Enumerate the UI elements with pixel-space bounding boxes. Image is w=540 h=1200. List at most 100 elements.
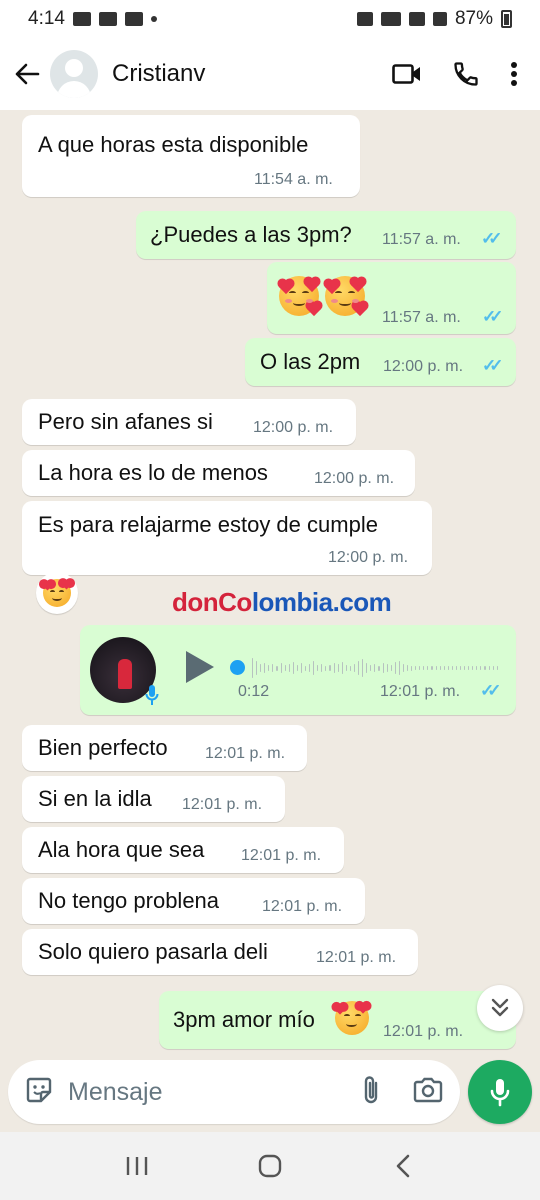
read-ticks-icon: ✓✓ <box>480 681 501 700</box>
message-time: 12:01 p. m. <box>316 949 397 966</box>
attach-icon[interactable] <box>360 1074 382 1111</box>
message-bubble-outgoing[interactable]: 11:57 a. m. ✓✓ <box>267 262 516 334</box>
playback-position-handle[interactable] <box>230 660 245 675</box>
waveform-bar <box>439 666 441 670</box>
waveform-bar <box>472 666 474 670</box>
waveform-bar <box>411 665 413 671</box>
mute-icon <box>356 12 373 26</box>
message-time: 12:00 p. m. <box>314 470 395 487</box>
waveform-bar <box>419 666 421 670</box>
message-bubble-outgoing[interactable]: 3pm amor mío 12:01 p. m. <box>159 991 516 1049</box>
chat-area[interactable]: A que horas esta disponible 11:54 a. m. … <box>0 110 540 1060</box>
message-time: 12:01 p. m. <box>241 847 322 864</box>
message-time: 12:01 p. m. <box>383 1023 464 1040</box>
waveform-bar <box>333 663 335 673</box>
waveform-bar <box>398 661 400 675</box>
waveform-bar <box>394 662 396 674</box>
smiling-face-with-hearts-icon <box>334 1001 369 1035</box>
message-text: A que horas esta disponible <box>38 132 309 157</box>
voice-waveform[interactable] <box>252 655 498 681</box>
message-text: Pero sin afanes si <box>38 409 213 434</box>
message-composer <box>8 1060 460 1124</box>
message-bubble-incoming[interactable]: Solo quiero pasarla deli 12:01 p. m. <box>22 929 418 975</box>
message-text: O las 2pm <box>260 349 361 374</box>
microphone-icon <box>144 683 160 707</box>
home-icon[interactable] <box>250 1146 290 1186</box>
message-bubble-outgoing[interactable]: O las 2pm 12:00 p. m. ✓✓ <box>245 338 516 386</box>
waveform-bar <box>309 664 311 672</box>
play-icon[interactable] <box>186 651 214 683</box>
waveform-bar <box>300 663 303 673</box>
message-reaction[interactable] <box>36 572 78 614</box>
message-bubble-outgoing[interactable]: ¿Puedes a las 3pm? 11:57 a. m. ✓✓ <box>136 211 516 259</box>
message-input[interactable] <box>68 1077 328 1107</box>
sticker-icon[interactable] <box>24 1075 54 1110</box>
youtube-notification-icon <box>98 12 117 26</box>
waveform-bar <box>455 666 457 670</box>
message-bubble-incoming[interactable]: Ala hora que sea 12:01 p. m. <box>22 827 344 873</box>
waveform-bar <box>476 666 478 670</box>
message-text: La hora es lo de menos <box>38 460 268 485</box>
read-ticks-icon: ✓✓ <box>481 229 502 248</box>
message-bubble-incoming[interactable]: A que horas esta disponible 11:54 a. m. <box>22 115 360 197</box>
voice-message-bubble[interactable]: 0:12 12:01 p. m. ✓✓ <box>80 625 516 715</box>
message-bubble-incoming[interactable]: Bien perfecto 12:01 p. m. <box>22 725 307 771</box>
waveform-bar <box>264 663 266 673</box>
message-text: Bien perfecto <box>38 735 168 760</box>
message-bubble-incoming[interactable]: Es para relajarme estoy de cumple 12:00 … <box>22 501 432 575</box>
message-bubble-incoming[interactable]: No tengo problena 12:01 p. m. <box>22 878 365 924</box>
more-vert-icon[interactable] <box>510 61 518 87</box>
waveform-bar <box>431 666 433 670</box>
waveform-bar <box>317 665 319 671</box>
waveform-bar <box>402 664 404 672</box>
waveform-bar <box>386 664 388 672</box>
scroll-to-bottom-button[interactable] <box>477 985 523 1031</box>
message-bubble-incoming[interactable]: Si en la idla 12:01 p. m. <box>22 776 285 822</box>
volte-icon <box>408 12 425 26</box>
waveform-bar <box>353 664 356 672</box>
waveform-bar <box>325 665 327 671</box>
video-call-icon[interactable] <box>392 63 422 85</box>
recents-icon[interactable] <box>117 1146 157 1186</box>
message-time: 11:54 a. m. <box>254 171 333 188</box>
waveform-bar <box>447 666 449 670</box>
message-text: Ala hora que sea <box>38 837 205 862</box>
message-bubble-incoming[interactable]: La hora es lo de menos 12:00 p. m. <box>22 450 415 496</box>
waveform-bar <box>459 666 462 670</box>
message-time: 12:01 p. m. <box>205 745 286 762</box>
waveform-bar <box>468 666 470 670</box>
back-icon[interactable] <box>383 1146 423 1186</box>
waveform-bar <box>406 665 409 671</box>
waveform-bar <box>492 666 494 670</box>
contact-name[interactable]: Cristianv <box>112 60 205 88</box>
message-text: 3pm amor mío <box>173 1007 315 1032</box>
message-text: ¿Puedes a las 3pm? <box>150 222 352 247</box>
system-nav-bar <box>0 1132 540 1200</box>
waveform-bar <box>464 666 466 670</box>
waveform-bar <box>280 663 282 673</box>
waveform-bar <box>272 664 274 672</box>
voice-record-button[interactable] <box>468 1060 532 1124</box>
waveform-bar <box>378 665 380 671</box>
waveform-bar <box>268 665 270 671</box>
waveform-bar <box>382 663 384 673</box>
message-bubble-incoming[interactable]: Pero sin afanes si 12:00 p. m. <box>22 399 356 445</box>
waveform-bar <box>451 666 453 670</box>
camera-icon[interactable] <box>412 1076 444 1109</box>
message-text: Si en la idla <box>38 786 152 811</box>
avatar[interactable] <box>50 50 98 98</box>
waveform-bar <box>276 665 278 671</box>
waveform-bar <box>423 666 425 670</box>
back-arrow-icon[interactable] <box>12 59 42 89</box>
waveform-bar <box>341 662 343 674</box>
wifi-icon <box>380 12 401 26</box>
read-ticks-icon: ✓✓ <box>482 356 503 375</box>
waveform-bar <box>349 665 351 671</box>
read-ticks-icon: ✓✓ <box>482 307 503 326</box>
waveform-bar <box>284 665 286 671</box>
phone-icon[interactable] <box>452 60 480 88</box>
app-notification-icon <box>124 12 143 26</box>
waveform-bar <box>415 666 417 670</box>
waveform-bar <box>484 666 486 670</box>
message-time: 12:00 p. m. <box>383 358 464 375</box>
